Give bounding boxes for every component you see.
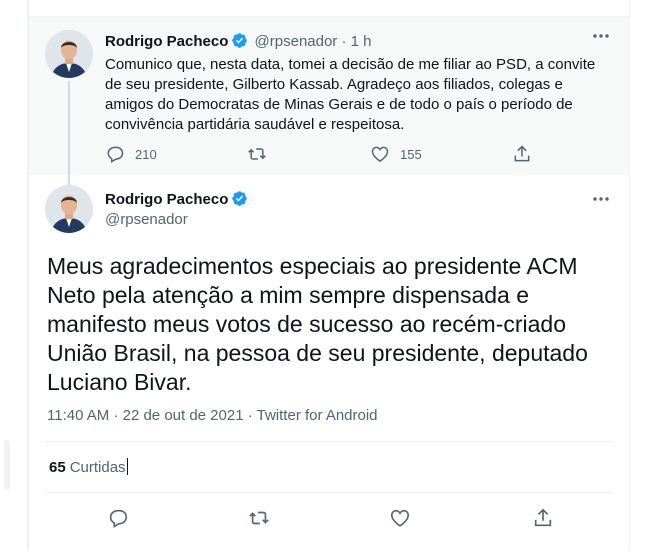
like-count: 155	[400, 146, 422, 162]
retweet-button[interactable]	[247, 507, 271, 529]
reply-count: 210	[135, 146, 157, 162]
divider	[45, 441, 613, 442]
more-options-icon[interactable]	[591, 26, 611, 51]
avatar-image	[45, 30, 93, 78]
avatar[interactable]	[45, 185, 93, 233]
reply-button[interactable]	[107, 507, 129, 529]
thread-connector	[68, 81, 70, 187]
heart-icon	[390, 509, 410, 527]
main-tweet-author: Rodrigo Pacheco	[105, 190, 250, 211]
separator-dot: ·	[341, 33, 347, 50]
reply-icon	[107, 146, 124, 163]
share-button[interactable]	[512, 144, 532, 164]
author-handle[interactable]: @rpsenador	[105, 211, 188, 228]
verified-badge-icon	[231, 190, 248, 211]
share-icon	[534, 508, 552, 527]
tweet-source[interactable]: Twitter for Android	[257, 407, 378, 424]
retweet-icon	[248, 148, 266, 160]
more-options-icon[interactable]	[591, 189, 611, 214]
tweet-time[interactable]: 1 h	[351, 33, 372, 50]
avatar-image	[45, 185, 93, 233]
left-panel-edge	[0, 0, 28, 551]
parent-tweet-header: Rodrigo Pacheco @rpsenador · 1 h	[105, 32, 372, 53]
likes-label: Curtidas	[69, 459, 126, 476]
retweet-icon	[249, 511, 269, 525]
author-handle[interactable]: @rpsenador	[255, 33, 338, 50]
tweet-thread-column: Rodrigo Pacheco @rpsenador · 1 h Comunic…	[28, 0, 630, 551]
author-name[interactable]: Rodrigo Pacheco	[105, 191, 228, 208]
scroll-thumb[interactable]	[4, 440, 10, 490]
main-tweet-text: Meus agradecimentos especiais ao preside…	[47, 253, 588, 395]
share-icon	[514, 145, 530, 162]
heart-icon	[371, 146, 389, 162]
like-button[interactable]	[389, 507, 411, 529]
likes-count: 65	[49, 459, 66, 476]
text-cursor	[126, 458, 128, 475]
tweet-time[interactable]: 11:40 AM	[47, 407, 109, 424]
parent-tweet[interactable]: Rodrigo Pacheco @rpsenador · 1 h Comunic…	[29, 16, 629, 187]
likes-stat[interactable]: 65 Curtidas	[49, 458, 128, 476]
tweet-metadata: 11:40 AM · 22 de out de 2021 · Twitter f…	[47, 407, 378, 424]
avatar[interactable]	[45, 30, 93, 78]
tweet-date[interactable]: 22 de out de 2021	[123, 407, 244, 424]
parent-tweet-text: Comunico que, nesta data, tomei a decisã…	[105, 56, 596, 133]
like-button[interactable]: 155	[370, 144, 422, 164]
share-button[interactable]	[532, 507, 554, 529]
reply-icon	[109, 509, 128, 528]
retweet-button[interactable]	[246, 144, 278, 164]
verified-badge-icon	[231, 32, 248, 53]
separator-dot: ·	[113, 407, 119, 424]
reply-button[interactable]: 210	[105, 144, 157, 164]
author-name[interactable]: Rodrigo Pacheco	[105, 33, 228, 50]
divider	[45, 492, 613, 493]
separator-dot: ·	[247, 407, 253, 424]
